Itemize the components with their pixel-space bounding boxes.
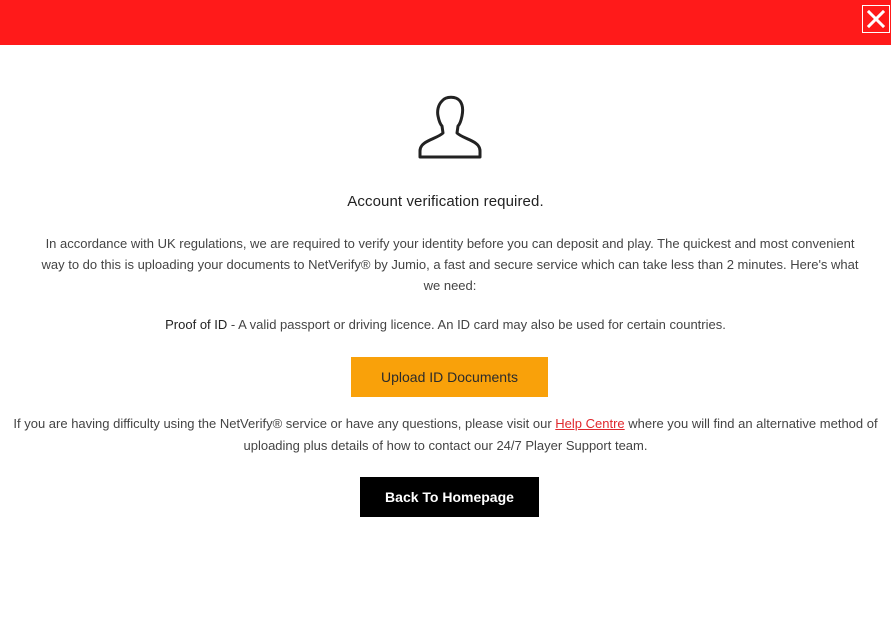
intro-text: In accordance with UK regulations, we ar… (41, 236, 859, 293)
proof-of-id-label: Proof of ID (165, 317, 228, 332)
proof-of-id-text: Proof of ID - A valid passport or drivin… (0, 317, 891, 332)
close-button[interactable] (862, 5, 890, 33)
close-icon (867, 10, 885, 28)
header-bar (0, 0, 891, 45)
back-to-homepage-button[interactable]: Back To Homepage (360, 477, 539, 517)
help-text: If you are having difficulty using the N… (5, 413, 886, 457)
proof-of-id-description: - A valid passport or driving licence. A… (227, 317, 726, 332)
page-title: Account verification required. (347, 193, 544, 210)
upload-id-documents-button[interactable]: Upload ID Documents (351, 357, 548, 397)
help-centre-link[interactable]: Help Centre (555, 416, 624, 431)
user-silhouette-icon (418, 95, 482, 159)
help-text-before: If you are having difficulty using the N… (13, 416, 556, 431)
